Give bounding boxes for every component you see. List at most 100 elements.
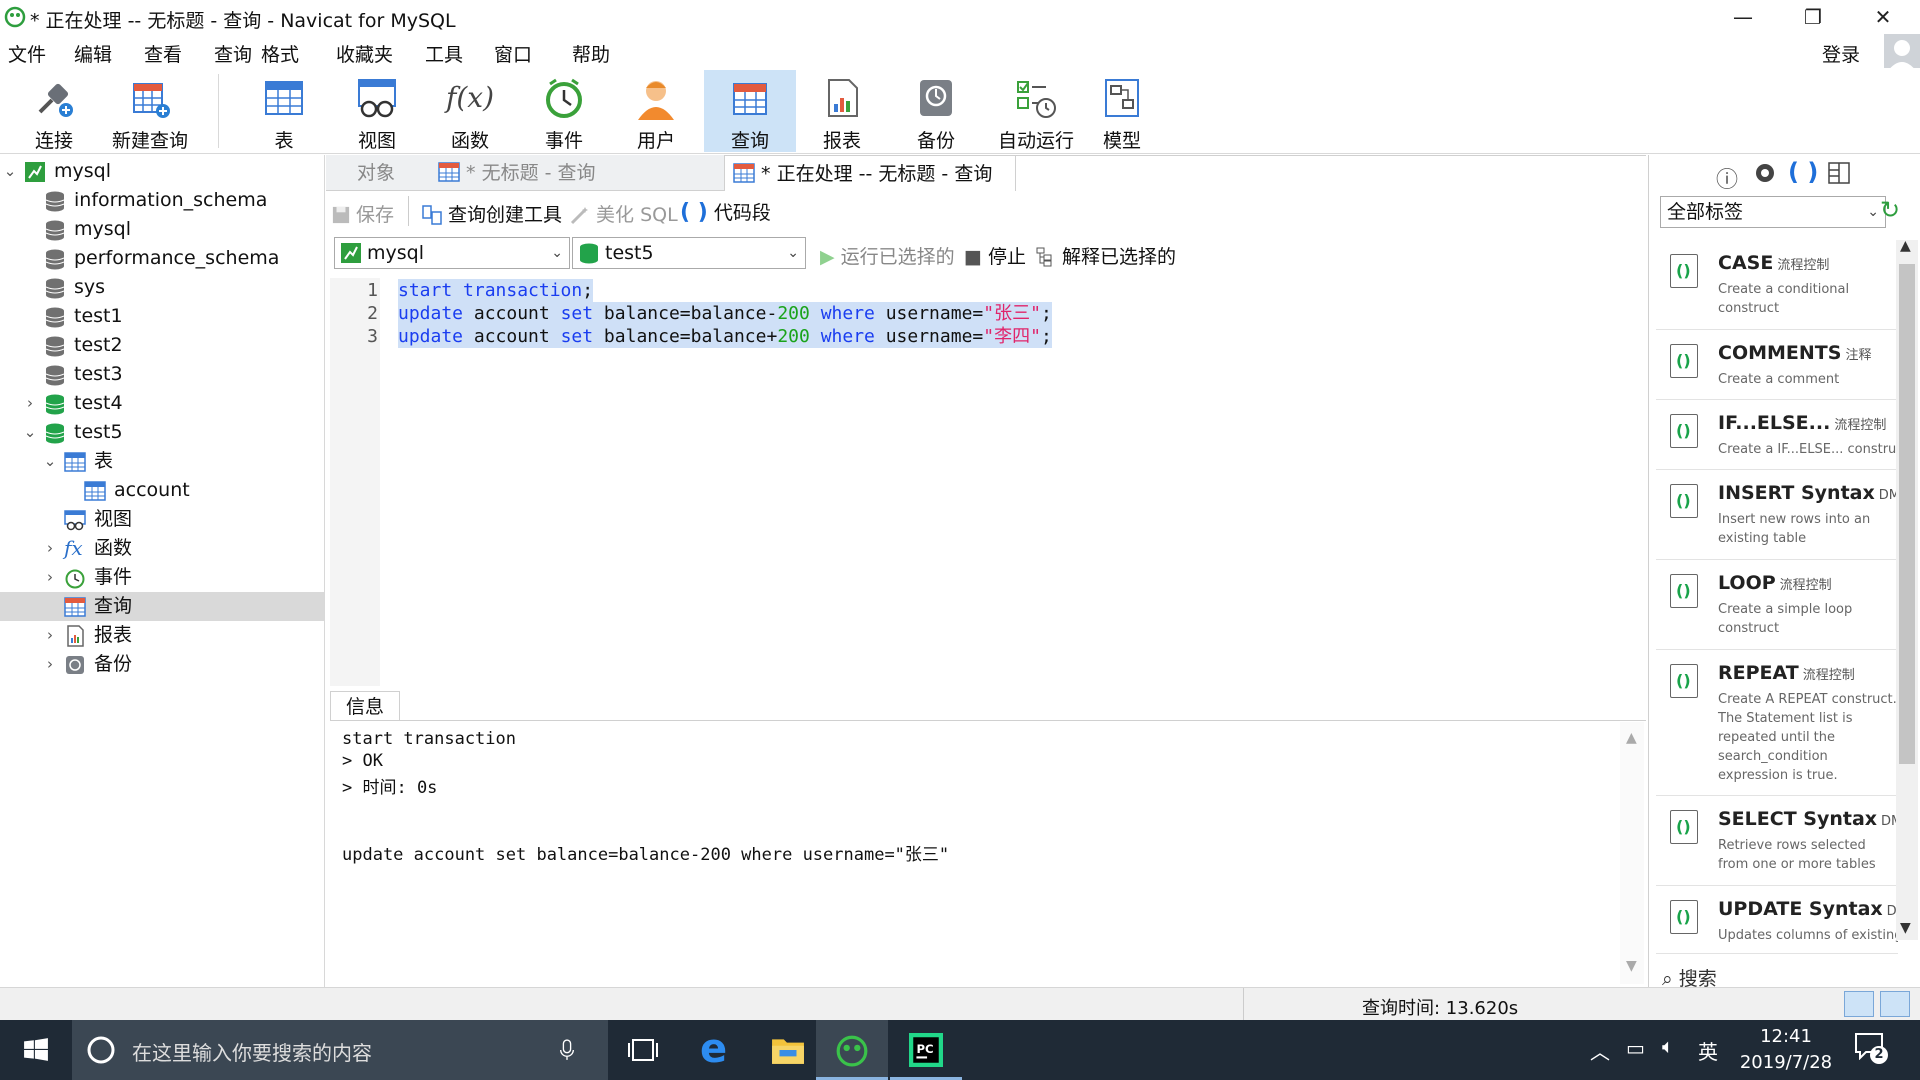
run-selected-button[interactable]: ▶ 运行已选择的 xyxy=(820,242,955,269)
snippet-item[interactable]: () COMMENTS 注释 Create a comment xyxy=(1656,330,1898,400)
tree-node-backups[interactable]: › 备份 xyxy=(0,650,324,679)
minimize-button[interactable]: — xyxy=(1713,0,1773,34)
menu-favorites[interactable]: 收藏夹 xyxy=(336,40,393,67)
expand-arrow-icon[interactable]: ⌄ xyxy=(22,418,38,447)
tab-objects[interactable]: 对象 xyxy=(326,155,426,191)
login-link[interactable]: 登录 xyxy=(1822,40,1860,67)
tab-processing-query[interactable]: * 正在处理 -- 无标题 - 查询 xyxy=(724,155,1016,191)
menu-edit[interactable]: 编辑 xyxy=(74,40,112,67)
snippet-item[interactable]: () REPEAT 流程控制 Create A REPEAT construct.… xyxy=(1656,650,1898,796)
menu-window[interactable]: 窗口 xyxy=(494,40,532,67)
menu-tools[interactable]: 工具 xyxy=(425,40,463,67)
tree-node-database[interactable]: performance_schema xyxy=(0,244,324,273)
tree-node-database[interactable]: sys xyxy=(0,273,324,302)
close-button[interactable]: ✕ xyxy=(1853,0,1913,34)
taskbar-edge[interactable]: e xyxy=(680,1020,752,1080)
snippet-item[interactable]: () SELECT SyntaxDML Retrieve rows select… xyxy=(1656,796,1910,886)
right-panel-toggle-icon[interactable] xyxy=(1880,991,1910,1017)
tree-node-database[interactable]: test2 xyxy=(0,331,324,360)
menu-query[interactable]: 查询 xyxy=(214,40,252,67)
code-line[interactable]: update account set balance=balance-200 w… xyxy=(398,302,1052,325)
chevron-right-icon[interactable]: › xyxy=(22,389,38,418)
taskbar-file-explorer[interactable] xyxy=(752,1020,824,1080)
maximize-button[interactable]: ❐ xyxy=(1783,0,1843,34)
stop-button[interactable]: ■ 停止 xyxy=(964,242,1026,269)
action-center-button[interactable]: 2 xyxy=(1854,1032,1890,1068)
connection-select[interactable]: mysql ⌄ xyxy=(334,237,570,269)
scroll-down-icon[interactable]: ▼ xyxy=(1900,920,1911,936)
scroll-up-icon[interactable]: ▲ xyxy=(1626,730,1637,746)
microphone-icon[interactable] xyxy=(558,1038,576,1062)
ime-indicator[interactable]: 英 xyxy=(1698,1036,1718,1065)
expand-arrow-icon[interactable]: ⌄ xyxy=(42,447,58,476)
scroll-down-icon[interactable]: ▼ xyxy=(1626,958,1637,974)
snippet-item[interactable]: () IF...ELSE... 流程控制 Create a IF...ELSE..… xyxy=(1656,400,1900,470)
menu-format[interactable]: 格式 xyxy=(261,40,299,67)
chevron-right-icon[interactable]: › xyxy=(42,621,58,650)
toolbar-new-query-button[interactable]: 新建查询 xyxy=(104,70,196,152)
avatar[interactable] xyxy=(1884,34,1920,72)
toolbar-view-button[interactable]: 视图 xyxy=(331,70,423,152)
menu-help[interactable]: 帮助 xyxy=(572,40,610,67)
tree-node-reports[interactable]: › 报表 xyxy=(0,621,324,650)
toolbar-query-button[interactable]: 查询 xyxy=(704,70,796,152)
tree-node-mysql-connection[interactable]: ⌄ mysql xyxy=(0,157,324,186)
chevron-right-icon[interactable]: › xyxy=(42,534,58,563)
battery-icon[interactable]: ▭ xyxy=(1626,1036,1645,1060)
taskbar-pycharm[interactable]: PC xyxy=(890,1020,962,1080)
taskbar-search-box[interactable]: 在这里输入你要搜索的内容 xyxy=(72,1020,608,1080)
grid-layout-icon[interactable] xyxy=(1828,162,1850,184)
snippet-button[interactable]: ( ) 代码段 xyxy=(680,198,771,225)
snippet-item[interactable]: () INSERT Syntax DML Insert new rows into… xyxy=(1656,470,1907,560)
toolbar-autorun-button[interactable]: 自动运行 xyxy=(982,70,1090,152)
snippet-filter-select[interactable]: 全部标签 ⌄ xyxy=(1660,196,1886,228)
tree-node-database[interactable]: test1 xyxy=(0,302,324,331)
scroll-up-icon[interactable]: ▲ xyxy=(1900,238,1911,254)
info-scrollbar[interactable]: ▲ ▼ xyxy=(1620,722,1644,984)
toolbar-backup-button[interactable]: 备份 xyxy=(890,70,982,152)
toolbar-table-button[interactable]: 表 xyxy=(238,70,330,152)
tree-node-database[interactable]: information_schema xyxy=(0,186,324,215)
toolbar-model-button[interactable]: 模型 xyxy=(1076,70,1168,152)
snippet-item[interactable]: () LOOP 流程控制 Create a simple loop constru… xyxy=(1656,560,1898,650)
task-view-button[interactable] xyxy=(608,1020,680,1080)
code-line[interactable]: update account set balance=balance+200 w… xyxy=(398,325,1052,348)
tab-info[interactable]: 信息 xyxy=(330,691,400,721)
tree-node-events[interactable]: › 事件 xyxy=(0,563,324,592)
toolbar-connection-button[interactable]: 连接 xyxy=(8,70,100,152)
tree-node-database[interactable]: test3 xyxy=(0,360,324,389)
database-select[interactable]: test5 ⌄ xyxy=(572,237,806,269)
menu-file[interactable]: 文件 xyxy=(8,40,46,67)
info-circle-icon[interactable]: ⓘ xyxy=(1716,162,1738,194)
tree-node-database-test4[interactable]: › test4 xyxy=(0,389,324,418)
tab-untitled-query[interactable]: * 无标题 - 查询 xyxy=(430,155,720,191)
tree-node-database-test5[interactable]: ⌄ test5 xyxy=(0,418,324,447)
toolbar-user-button[interactable]: 用户 xyxy=(610,70,702,152)
expand-arrow-icon[interactable]: ⌄ xyxy=(2,157,18,186)
snippet-scrollbar[interactable]: ▲ ▼ xyxy=(1896,238,1918,940)
scrollbar-thumb[interactable] xyxy=(1899,264,1915,764)
tree-node-database[interactable]: mysql xyxy=(0,215,324,244)
tree-node-queries[interactable]: 查询 xyxy=(0,592,324,621)
snippet-item[interactable]: () UPDATE SyntaxDML Updates columns of e… xyxy=(1656,886,1898,954)
code-line[interactable]: start transaction; xyxy=(398,279,594,302)
volume-icon[interactable]: 🔈︎ xyxy=(1662,1034,1674,1058)
code-snippet-icon[interactable]: ( ) xyxy=(1788,158,1818,186)
tree-node-views[interactable]: 视图 xyxy=(0,505,324,534)
eye-icon[interactable] xyxy=(1754,162,1776,184)
show-hidden-icons-chevron-icon[interactable]: ︿ xyxy=(1590,1036,1610,1065)
chevron-right-icon[interactable]: › xyxy=(42,650,58,679)
refresh-add-icon[interactable]: ↻ xyxy=(1880,196,1900,224)
menu-view[interactable]: 查看 xyxy=(144,40,182,67)
taskbar-navicat[interactable] xyxy=(816,1020,888,1080)
explain-selected-button[interactable]: 解释已选择的 xyxy=(1036,242,1176,269)
start-button[interactable] xyxy=(0,1020,72,1080)
chevron-right-icon[interactable]: › xyxy=(42,563,58,592)
save-button[interactable]: 保存 xyxy=(332,200,394,227)
toolbar-event-button[interactable]: 事件 xyxy=(518,70,610,152)
toolbar-report-button[interactable]: 报表 xyxy=(796,70,888,152)
tree-node-functions[interactable]: › fx 函数 xyxy=(0,534,324,563)
tree-node-tables[interactable]: ⌄ 表 xyxy=(0,447,324,476)
tree-node-table-account[interactable]: account xyxy=(0,476,324,505)
snippet-item[interactable]: () CASE 流程控制 Create a conditional constru… xyxy=(1656,240,1898,330)
